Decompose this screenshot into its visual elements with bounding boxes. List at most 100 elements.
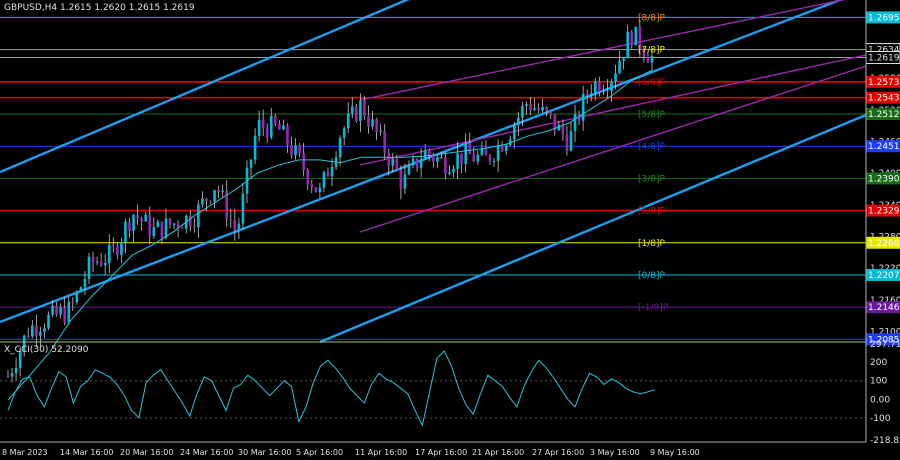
candle-body — [399, 169, 403, 189]
candle-body — [537, 108, 540, 111]
candle-body — [124, 221, 127, 243]
candle-body — [415, 158, 419, 168]
candle-body — [168, 218, 172, 225]
time-tick-label: 20 Mar 16:00 — [120, 448, 173, 457]
candle-body — [31, 325, 34, 337]
murrey-level-label: [2/8]P — [638, 207, 666, 217]
candle-body — [614, 73, 617, 82]
candle-body — [156, 221, 160, 228]
candle-body — [237, 223, 241, 231]
candle-body — [468, 143, 472, 155]
candle-body — [359, 100, 362, 122]
murrey-level-label: [-1/8]P — [638, 303, 669, 313]
candle-body — [383, 130, 386, 154]
price-label-text: 1.2695 — [868, 13, 900, 23]
time-tick-label: 21 Apr 16:00 — [472, 448, 524, 457]
candle-body — [626, 32, 629, 59]
candle-body — [298, 145, 301, 154]
candle-body — [618, 60, 621, 74]
candle-body — [87, 256, 91, 279]
murrey-level-label: [4/8]P — [638, 142, 666, 152]
candle-body — [282, 125, 285, 130]
candle-body — [326, 172, 330, 177]
candle-body — [209, 201, 212, 203]
candle-body — [314, 187, 318, 192]
candle-body — [533, 108, 536, 111]
candle-body — [521, 105, 524, 118]
candle-body — [423, 150, 427, 160]
candle-body — [55, 305, 58, 315]
candle-body — [35, 325, 38, 336]
murrey-level-label: [7/8]P — [638, 46, 666, 56]
chart-background — [0, 0, 900, 460]
candle-body — [290, 145, 293, 156]
candle-body — [253, 135, 257, 160]
candle-body — [39, 331, 42, 336]
cci-tick-label: 100 — [870, 377, 887, 387]
candle-body — [128, 221, 131, 231]
candle-body — [500, 145, 504, 151]
candle-body — [484, 148, 488, 156]
time-tick-label: 24 Mar 16:00 — [180, 448, 233, 457]
candle-body — [257, 119, 261, 136]
candle-body — [71, 301, 75, 303]
candle-body — [26, 335, 30, 337]
price-label-text: 1.2268 — [868, 239, 900, 249]
candle-body — [379, 130, 382, 132]
candle-body — [395, 158, 399, 170]
candle-body — [310, 184, 314, 188]
candle-body — [188, 215, 192, 227]
candle-body — [464, 143, 467, 164]
candle-body — [91, 256, 95, 263]
candle-body — [274, 115, 277, 124]
candle-body — [164, 218, 168, 238]
time-tick-label: 11 Apr 16:00 — [355, 448, 407, 457]
candle-body — [338, 137, 342, 158]
chart-title: GBPUSD,H4 1.2615 1.2620 1.2615 1.2619 — [4, 3, 195, 13]
candle-body — [144, 214, 148, 222]
candle-body — [229, 219, 233, 221]
candle-body — [476, 154, 480, 162]
candle-body — [75, 291, 79, 303]
candle-body — [132, 214, 135, 231]
candle-body — [371, 119, 374, 127]
time-tick-label: 5 Apr 16:00 — [296, 448, 343, 457]
candle-body — [504, 145, 508, 151]
candle-body — [278, 123, 281, 130]
candle-body — [622, 58, 625, 61]
time-tick-label: 27 Apr 16:00 — [532, 448, 584, 457]
candle-body — [148, 214, 152, 237]
candle-body — [610, 81, 613, 92]
candle-body — [14, 367, 18, 374]
candle-body — [634, 26, 638, 46]
candle-body — [43, 328, 46, 332]
price-label-text: 1.2512 — [868, 110, 900, 120]
candle-body — [387, 153, 391, 166]
candle-body — [294, 145, 297, 156]
time-tick-label: 14 Mar 16:00 — [60, 448, 113, 457]
candle-body — [630, 32, 634, 46]
price-label-text: 1.2329 — [868, 207, 900, 217]
candle-body — [342, 128, 346, 138]
murrey-level-label: [5/8]P — [638, 110, 666, 120]
murrey-level-label: [8/8]P — [638, 13, 666, 23]
candle-body — [407, 165, 411, 175]
candle-body — [602, 90, 605, 93]
candle-body — [472, 154, 476, 162]
candle-body — [6, 376, 10, 378]
candle-body — [286, 125, 289, 146]
candle-body — [59, 307, 62, 315]
time-tick-label: 17 Apr 16:00 — [415, 448, 467, 457]
candle-body — [436, 157, 439, 162]
candle-body — [492, 161, 496, 163]
cci-title: X_CCI(30) 52.2090 — [4, 345, 89, 355]
cci-tick-label: 297.7123 — [870, 340, 900, 350]
price-label-text: 1.2451 — [868, 142, 900, 152]
time-tick-label: 8 Mar 2023 — [2, 448, 48, 457]
candle-body — [265, 127, 269, 138]
candle-body — [306, 169, 310, 185]
candle-body — [249, 159, 253, 168]
price-label-text: 1.2207 — [868, 271, 900, 281]
candle-body — [330, 166, 334, 177]
candle-body — [116, 246, 119, 256]
